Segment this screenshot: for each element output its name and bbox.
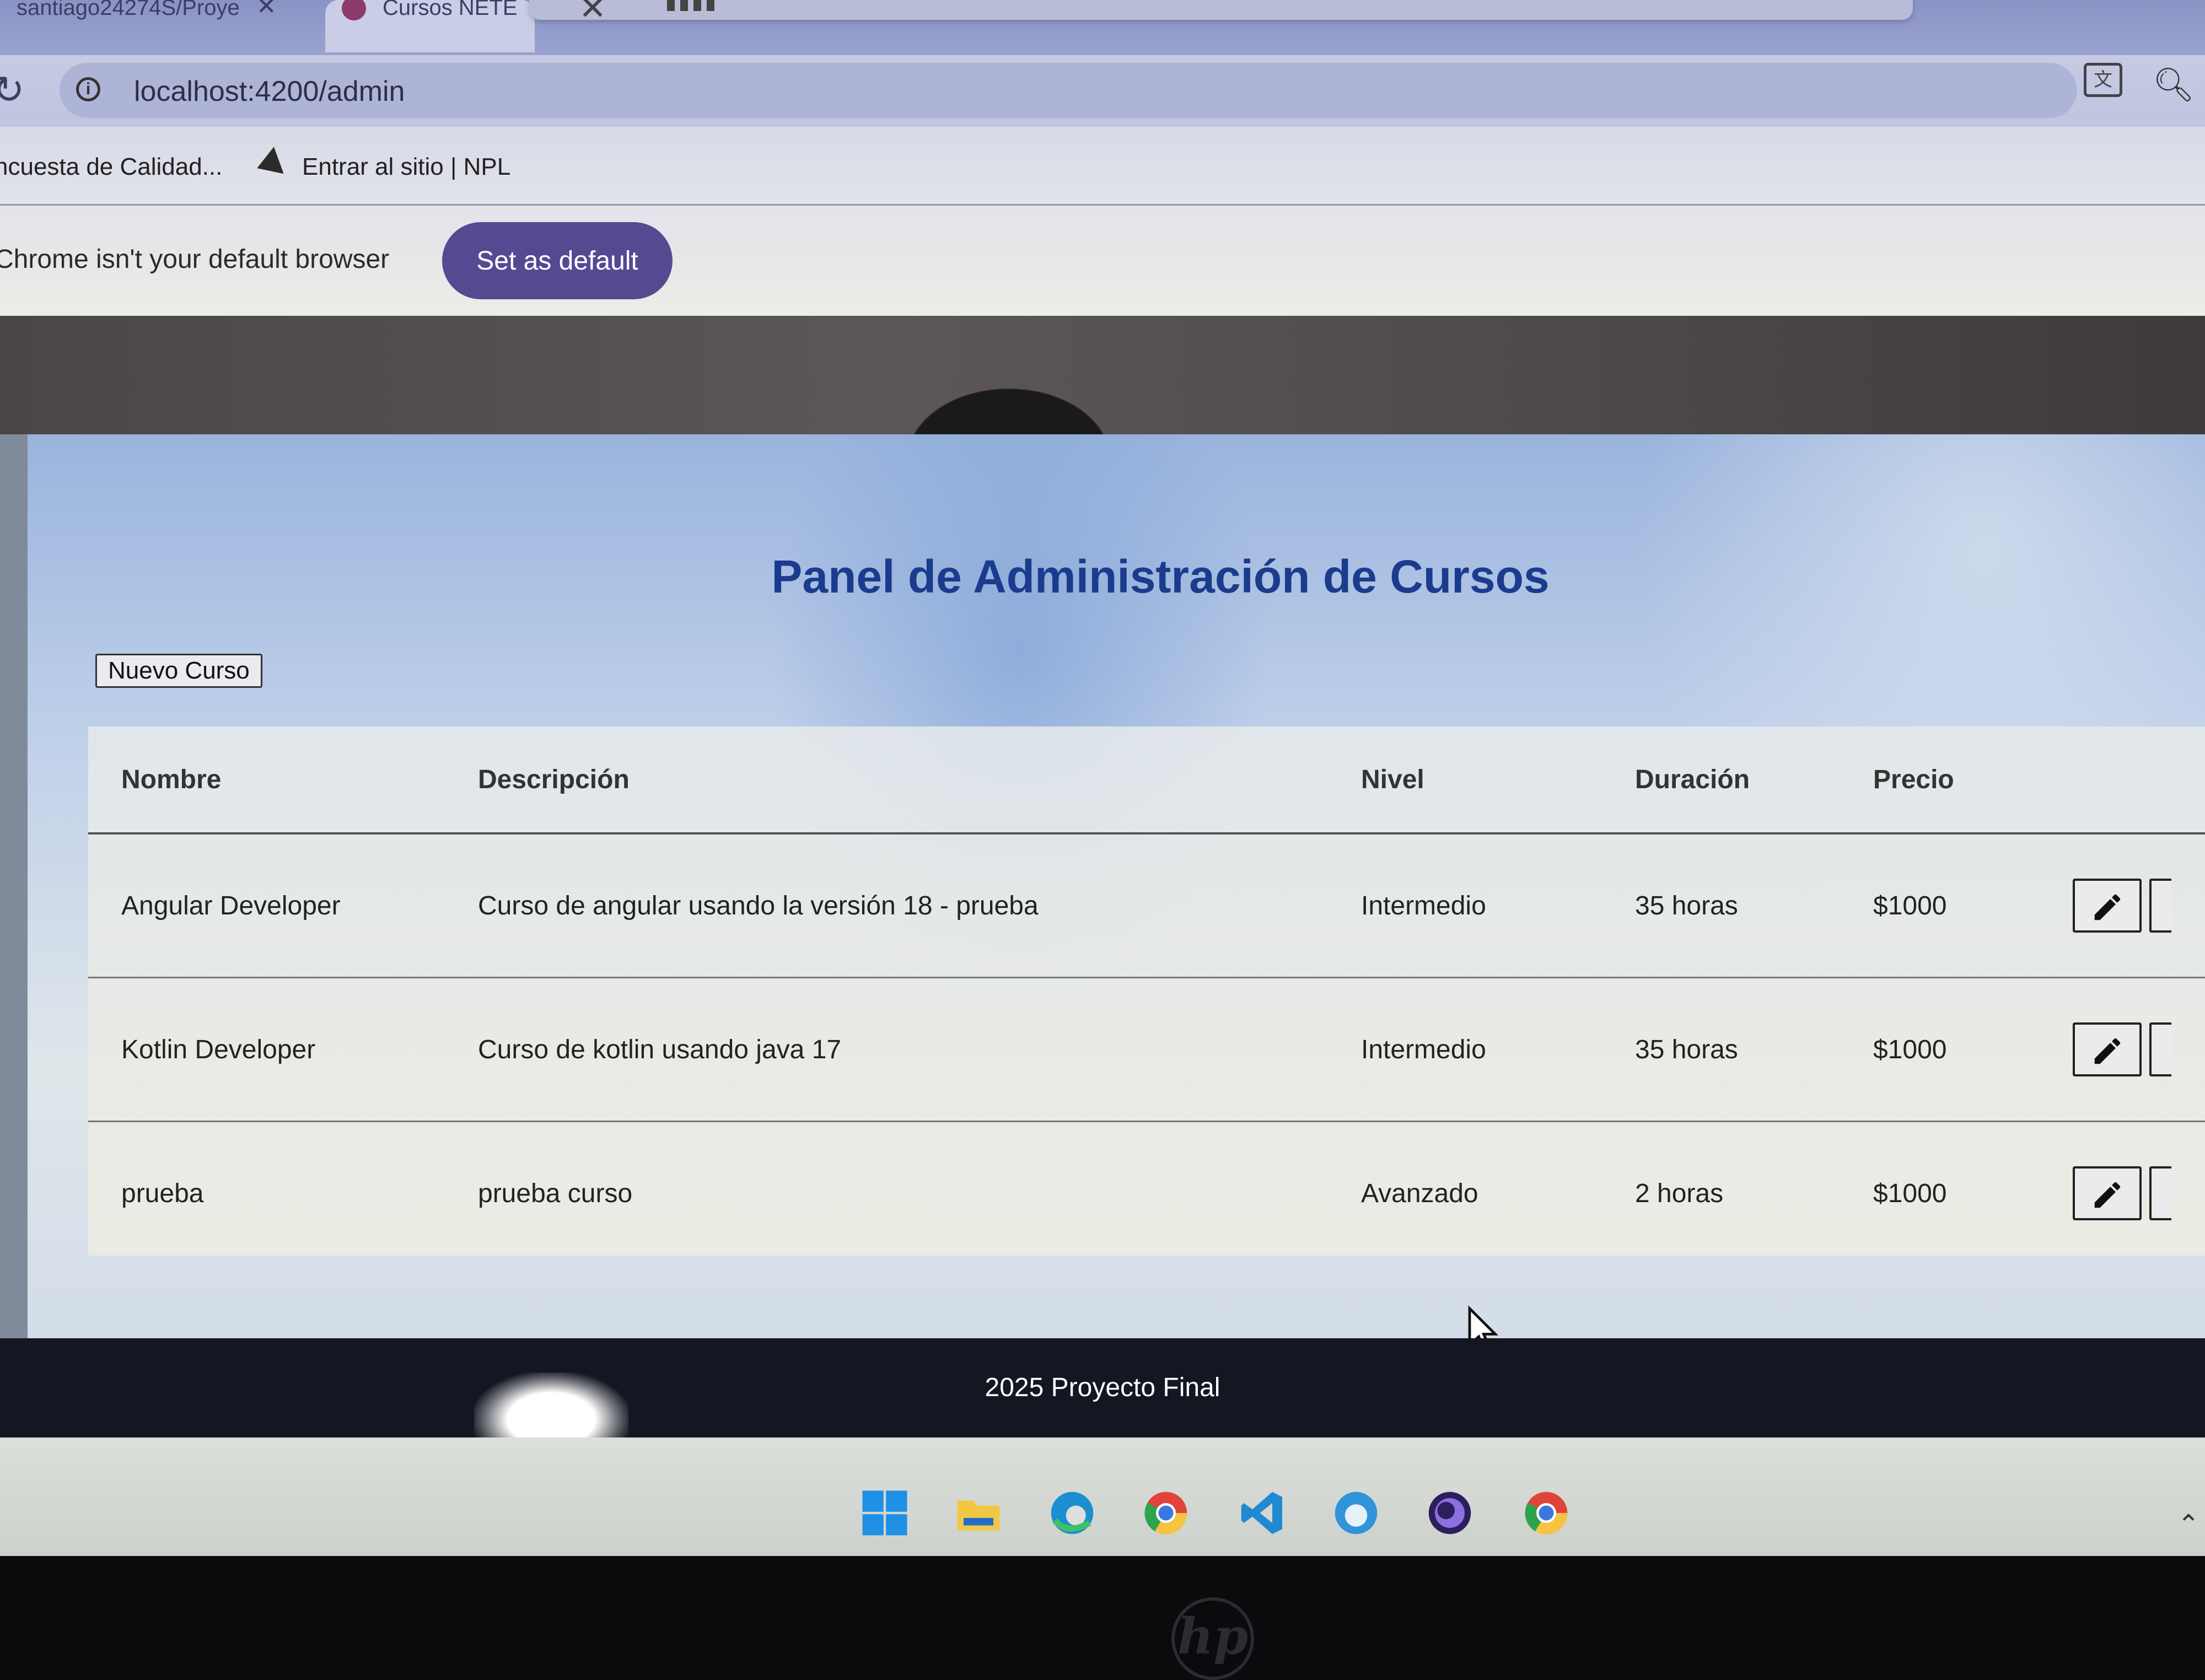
column-header-actions — [2072, 726, 2205, 834]
column-header-duration: Duración — [1634, 726, 1873, 834]
cell-price: $1000 — [1873, 977, 2072, 1122]
cell-name: prueba — [121, 1178, 204, 1208]
cell-description: Curso de angular usando la versión 18 - … — [477, 833, 1360, 978]
cell-level: Intermedio — [1360, 977, 1634, 1122]
browser-tab-active[interactable]: Cursos NETE — [325, 0, 535, 52]
cell-name: Kotlin Developer — [88, 977, 477, 1122]
default-browser-infobar: Chrome isn't your default browser Set as… — [0, 206, 2205, 316]
address-bar[interactable]: i localhost:4200/admin — [60, 63, 2077, 118]
cell-description: Curso de kotlin usando java 17 — [477, 977, 1360, 1122]
url-text[interactable]: localhost:4200/admin — [134, 75, 405, 108]
set-default-button[interactable]: Set as default — [442, 222, 673, 299]
windows-taskbar: ⌃ — [0, 1437, 2205, 1556]
column-header-level: Nivel — [1360, 726, 1634, 834]
browser-tab[interactable]: santiago24274S/Proye ✕ — [0, 0, 314, 52]
pencil-icon — [2094, 1038, 2121, 1064]
translate-icon[interactable]: 文 — [2084, 63, 2122, 97]
tab-title: santiago24274S/Proye — [17, 0, 240, 20]
edit-button[interactable] — [2073, 1166, 2142, 1220]
zoom-icon[interactable]: 🔍︎ — [2153, 65, 2195, 104]
cell-duration: 2 horas — [1635, 1178, 1724, 1208]
edit-button[interactable] — [2073, 1022, 2142, 1076]
bookmark-item[interactable]: Entrar al sitio | NPL — [302, 153, 510, 181]
column-header-name: Nombre — [88, 726, 477, 834]
table-row: Angular Developer Curso de angular usand… — [88, 833, 2205, 978]
new-course-button[interactable]: Nuevo Curso — [95, 654, 262, 688]
chrome-icon[interactable] — [1521, 1488, 1571, 1538]
delete-button[interactable] — [2149, 1022, 2171, 1076]
edge-icon[interactable] — [1047, 1488, 1097, 1538]
file-explorer-icon[interactable] — [954, 1488, 1003, 1538]
edit-button[interactable] — [2073, 879, 2142, 933]
pencil-icon — [2094, 1182, 2121, 1208]
cell-actions — [2072, 977, 2205, 1122]
tab-strip: santiago24274S/Proye ✕ Cursos NETE ✕ — [0, 0, 2205, 55]
hp-logo: hp — [1171, 1597, 1254, 1680]
bookmark-item[interactable]: ncuesta de Calidad... — [0, 153, 222, 181]
page-title: Panel de Administración de Cursos — [771, 551, 1550, 602]
popup-window-edge: ✕ — [529, 0, 1913, 26]
cell-description: prueba curso — [478, 1178, 633, 1208]
site-info-icon[interactable]: i — [76, 77, 100, 101]
vscode-icon[interactable] — [1238, 1488, 1287, 1538]
page-footer: 2025 Proyecto Final — [0, 1338, 2205, 1437]
app-icon[interactable] — [1331, 1488, 1381, 1538]
cell-actions — [2072, 833, 2205, 978]
cell-level: Avanzado — [1361, 1178, 1478, 1208]
cell-price: $1000 — [1873, 1178, 1947, 1208]
column-header-price: Precio — [1873, 726, 2072, 834]
laptop-bezel: hp — [0, 1556, 2205, 1680]
browser-toolbar: ↻ i localhost:4200/admin 文 🔍︎ — [0, 55, 2205, 127]
tab-title: Cursos NETE — [383, 0, 518, 20]
cell-level: Intermedio — [1360, 833, 1634, 978]
favicon-icon — [342, 0, 366, 20]
close-icon[interactable]: ✕ — [256, 0, 277, 20]
table-header-row: Nombre Descripción Nivel Duración Precio — [88, 726, 2205, 834]
delete-button[interactable] — [2149, 1166, 2171, 1220]
infobar-message: Chrome isn't your default browser — [0, 245, 390, 274]
cell-duration: 35 horas — [1634, 977, 1873, 1122]
grid-icon[interactable] — [667, 0, 717, 11]
bookmarks-bar: ncuesta de Calidad... Entrar al sitio | … — [0, 127, 2205, 206]
admin-page: Panel de Administración de Cursos Nuevo … — [0, 434, 2205, 1352]
cell-price: $1000 — [1873, 833, 2072, 978]
table-row: Kotlin Developer Curso de kotlin usando … — [88, 977, 2205, 1122]
pencil-icon — [2094, 894, 2121, 920]
reload-icon[interactable]: ↻ — [0, 67, 25, 112]
chrome-icon[interactable] — [1141, 1488, 1191, 1538]
close-icon[interactable]: ✕ — [579, 0, 606, 28]
cell-name: Angular Developer — [88, 833, 477, 978]
cell-actions — [2072, 1122, 2205, 1265]
send-icon — [252, 147, 284, 182]
delete-button[interactable] — [2149, 879, 2171, 933]
windows-start-icon[interactable] — [860, 1488, 910, 1538]
column-header-description: Descripción — [477, 726, 1360, 834]
table-row: prueba prueba curso Avanzado 2 horas $10… — [88, 1122, 2205, 1265]
chevron-up-icon[interactable]: ⌃ — [2177, 1509, 2199, 1540]
page-header-band — [0, 316, 2205, 434]
courses-table: Nombre Descripción Nivel Duración Precio… — [88, 726, 2205, 1256]
obs-icon[interactable] — [1425, 1488, 1475, 1538]
cell-duration: 35 horas — [1634, 833, 1873, 978]
